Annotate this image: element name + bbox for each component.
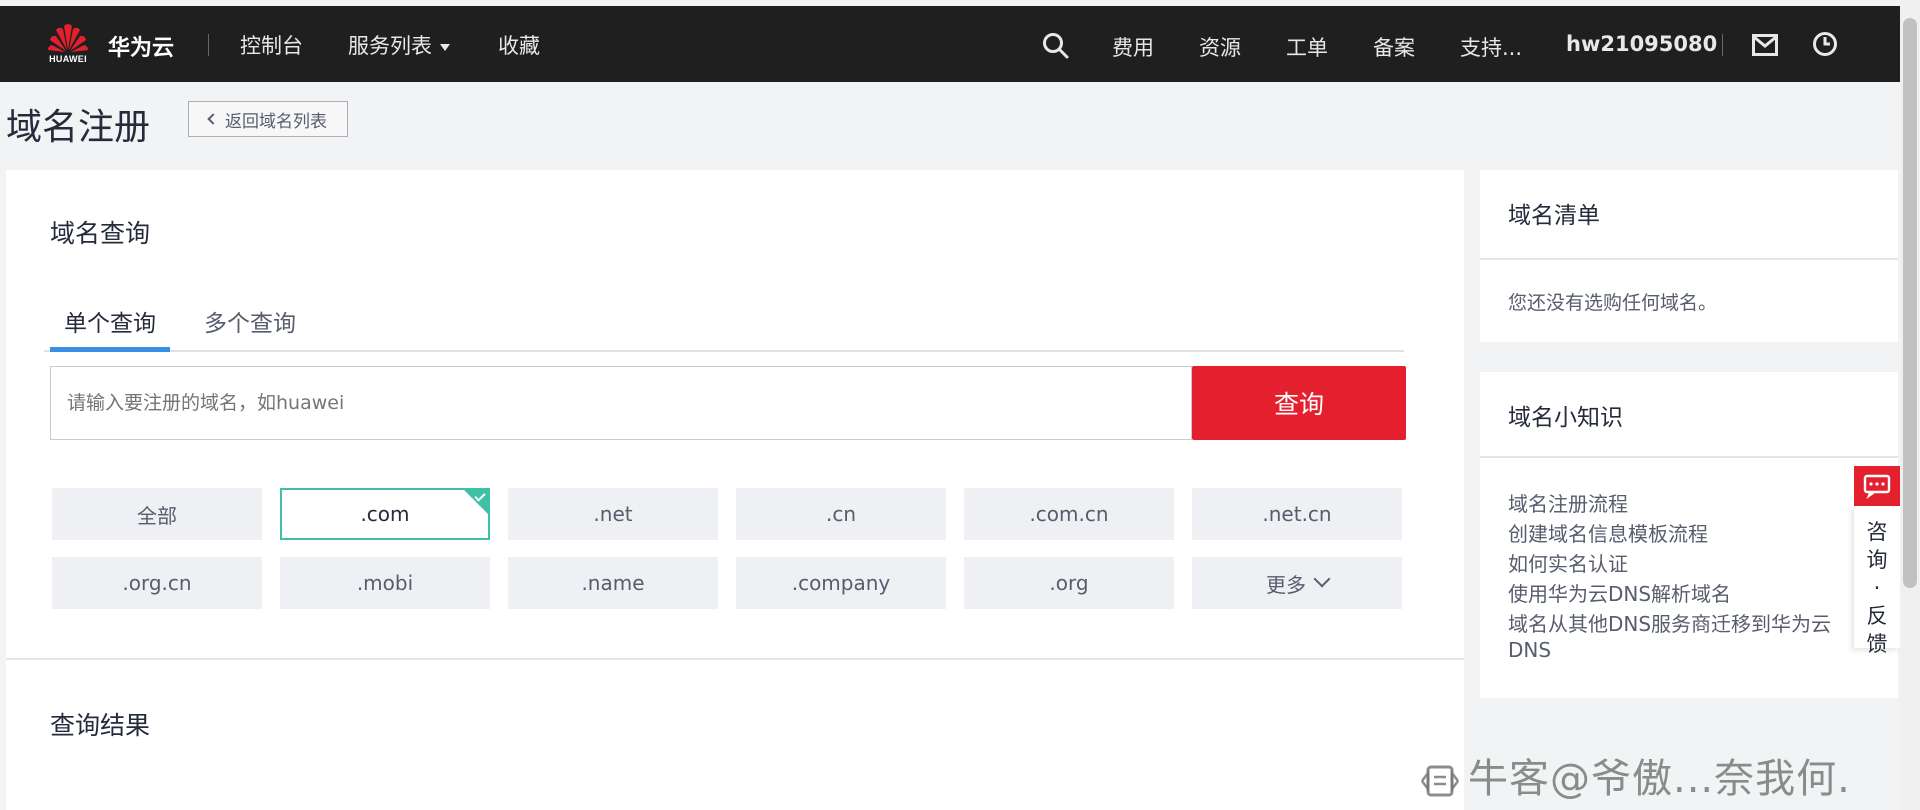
section-divider xyxy=(6,658,1464,660)
chevron-down-icon xyxy=(1313,570,1331,588)
tld-label: .company xyxy=(791,571,891,595)
nav-resources[interactable]: 资源 xyxy=(1199,32,1241,62)
tld-label: .net xyxy=(593,502,633,526)
query-button[interactable]: 查询 xyxy=(1192,366,1406,440)
tip-link-dns-migrate[interactable]: 域名从其他DNS服务商迁移到华为云 xyxy=(1508,608,1831,637)
nav-favorites[interactable]: 收藏 xyxy=(498,30,540,60)
tip-link-real-name-auth[interactable]: 如何实名认证 xyxy=(1508,548,1628,577)
tld-option-cn[interactable]: .cn xyxy=(736,488,946,540)
tip-link-dns-migrate-cont[interactable]: DNS xyxy=(1508,638,1551,662)
domain-query-title: 域名查询 xyxy=(50,219,151,248)
tld-label: .com.cn xyxy=(1029,502,1109,526)
domain-list-card: 域名清单 您还没有选购任何域名。 xyxy=(1480,170,1898,342)
tld-label: .name xyxy=(581,571,645,595)
tip-link-registration-flow[interactable]: 域名注册流程 xyxy=(1508,488,1628,517)
nav-billing[interactable]: 费用 xyxy=(1112,32,1154,62)
tld-more-label: 更多 xyxy=(1266,572,1306,597)
logo-text: HUAWEI xyxy=(49,54,87,64)
consult-feedback-label: 咨 询 · 反 馈 xyxy=(1866,520,1888,656)
query-results-title: 查询结果 xyxy=(50,711,151,740)
tld-label: .net.cn xyxy=(1262,502,1332,526)
nav-separator xyxy=(1722,34,1723,56)
page-title: 域名注册 xyxy=(6,107,151,148)
domain-tips-title: 域名小知识 xyxy=(1508,405,1623,431)
tld-option-name[interactable]: .name xyxy=(508,557,718,609)
domain-search-input[interactable] xyxy=(50,366,1192,440)
nav-console[interactable]: 控制台 xyxy=(240,30,303,60)
tld-option-org[interactable]: .org xyxy=(964,557,1174,609)
tld-option-com[interactable]: .com xyxy=(280,488,490,540)
tld-option-mobi[interactable]: .mobi xyxy=(280,557,490,609)
tab-multi-query[interactable]: 多个查询 xyxy=(190,300,310,350)
tld-option-org-cn[interactable]: .org.cn xyxy=(52,557,262,609)
nav-service-list[interactable]: 服务列表 xyxy=(348,30,450,60)
watermark: 牛客@爷傲...奈我何. xyxy=(1418,746,1851,804)
user-account[interactable]: hw21095080 xyxy=(1566,32,1717,56)
tld-option-company[interactable]: .company xyxy=(736,557,946,609)
tld-label: .mobi xyxy=(356,571,414,595)
domain-tips-card: 域名小知识 域名注册流程 创建域名信息模板流程 如何实名认证 使用华为云DNS解… xyxy=(1480,372,1898,698)
tld-option-net[interactable]: .net xyxy=(508,488,718,540)
domain-list-empty-text: 您还没有选购任何域名。 xyxy=(1508,292,1718,314)
brand-name[interactable]: 华为云 xyxy=(108,30,174,62)
caret-down-icon xyxy=(440,43,450,51)
consult-feedback-button[interactable]: 咨 询 · 反 馈 xyxy=(1854,506,1900,656)
card-divider xyxy=(1480,456,1898,458)
back-to-domain-list-button[interactable]: 返回域名列表 xyxy=(188,101,348,137)
tld-option-all[interactable]: 全部 xyxy=(52,488,262,540)
tip-link-template-flow[interactable]: 创建域名信息模板流程 xyxy=(1508,518,1708,547)
tld-more-dropdown[interactable]: 更多 xyxy=(1192,557,1402,609)
nav-separator xyxy=(208,34,209,56)
tab-single-query[interactable]: 单个查询 xyxy=(50,300,170,352)
huawei-logo-icon xyxy=(48,24,88,52)
back-button-label: 返回域名列表 xyxy=(225,111,327,132)
clock-icon[interactable] xyxy=(1812,31,1838,61)
card-divider xyxy=(1480,258,1898,260)
tld-label: .org xyxy=(1049,571,1089,595)
top-nav-bar: HUAWEI 华为云 控制台 服务列表 收藏 费用 资源 工单 备案 支持...… xyxy=(0,6,1900,82)
mail-icon[interactable] xyxy=(1752,34,1778,60)
selected-corner-badge xyxy=(462,488,490,516)
tld-label: .com xyxy=(360,502,410,526)
tld-label: .org.cn xyxy=(122,571,192,595)
huawei-logo[interactable]: HUAWEI xyxy=(46,20,90,68)
tld-label: .cn xyxy=(825,502,857,526)
tld-label: 全部 xyxy=(137,503,177,528)
domain-list-title: 域名清单 xyxy=(1508,203,1600,229)
search-icon[interactable] xyxy=(1042,32,1070,64)
nav-filing[interactable]: 备案 xyxy=(1373,32,1415,62)
tld-option-net-cn[interactable]: .net.cn xyxy=(1192,488,1402,540)
chat-bubble-icon[interactable] xyxy=(1854,466,1900,506)
nav-tickets[interactable]: 工单 xyxy=(1286,32,1328,62)
query-mode-tabs: 单个查询 多个查询 xyxy=(44,300,1404,352)
chevron-left-icon xyxy=(207,113,219,125)
watermark-text: 牛客@爷傲...奈我何. xyxy=(1468,756,1851,802)
nav-support[interactable]: 支持... xyxy=(1460,32,1522,62)
scrollbar-thumb[interactable] xyxy=(1903,18,1917,588)
tip-link-dns-resolve[interactable]: 使用华为云DNS解析域名 xyxy=(1508,578,1731,607)
nowcoder-logo-icon xyxy=(1421,765,1459,797)
tld-option-com-cn[interactable]: .com.cn xyxy=(964,488,1174,540)
nav-service-list-label: 服务列表 xyxy=(348,34,432,58)
